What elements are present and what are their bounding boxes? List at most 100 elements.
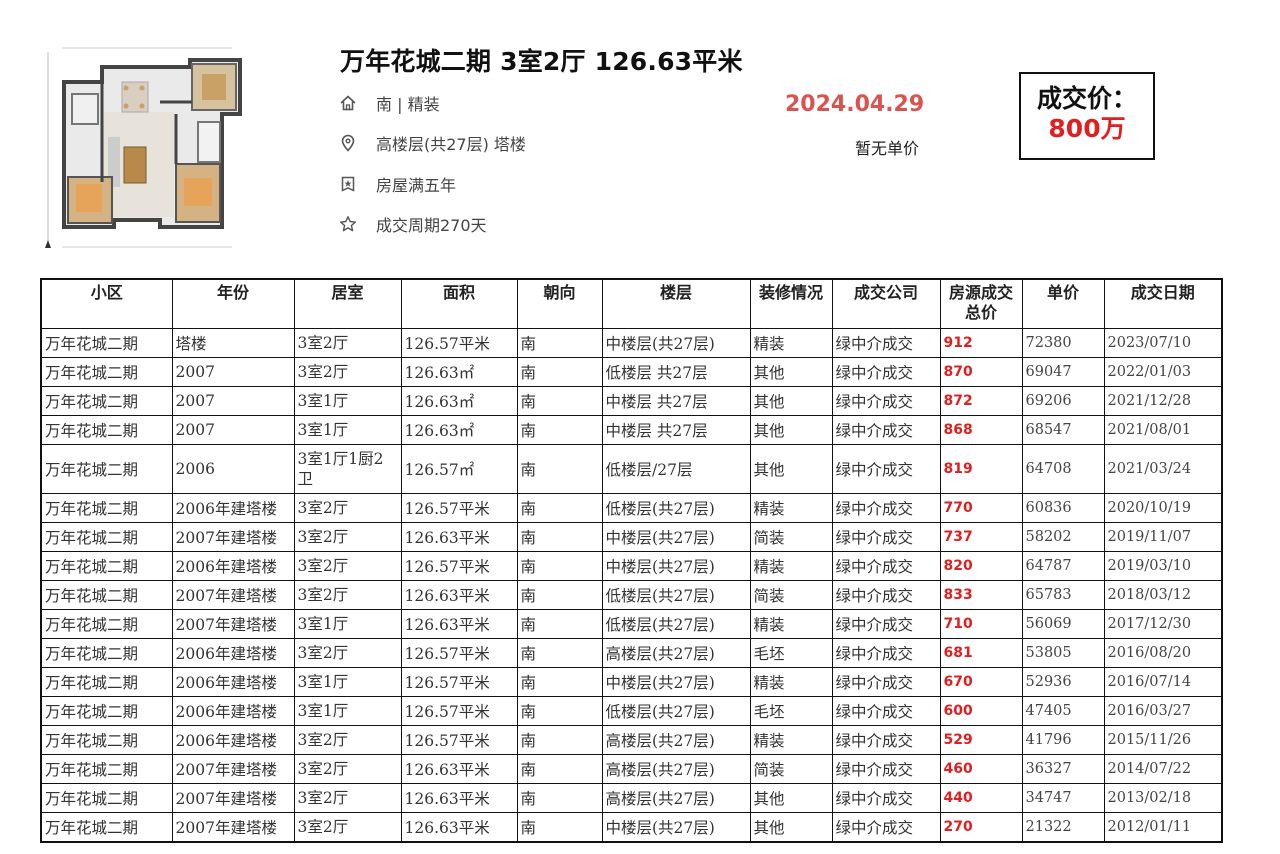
cell-agency: 绿中介成交 xyxy=(831,522,941,552)
cell-layout: 3室2厅 xyxy=(293,522,402,552)
cell-agency: 绿中介成交 xyxy=(831,444,941,494)
cell-date: 2016/07/14 xyxy=(1103,667,1223,697)
cell-unit: 69047 xyxy=(1021,357,1105,387)
cell-floor: 低楼层 共27层 xyxy=(601,357,751,387)
column-header-year: 年份 xyxy=(171,278,295,329)
cell-price: 770 xyxy=(939,493,1023,523)
cell-orientation: 南 xyxy=(516,328,603,358)
cell-unit: 65783 xyxy=(1021,580,1105,610)
cell-date: 2022/01/03 xyxy=(1103,357,1223,387)
feature-ownership: 房屋满五年 xyxy=(338,173,456,195)
cell-date: 2018/03/12 xyxy=(1103,580,1223,610)
cell-price: 833 xyxy=(939,580,1023,610)
cell-layout: 3室2厅 xyxy=(293,551,402,581)
cell-community: 万年花城二期 xyxy=(40,415,173,445)
table-body: 万年花城二期 塔楼 3室2厅 126.57平米南中楼层(共27层) 精装 绿中介成交 912… xyxy=(40,328,1223,843)
cell-orientation: 南 xyxy=(516,357,603,387)
deal-date: 2024.04.29 xyxy=(785,92,925,117)
cell-year: 2007年建塔楼 xyxy=(171,754,295,784)
cell-decoration: 其他 xyxy=(749,386,833,416)
cell-year: 2006 xyxy=(171,444,295,494)
cell-orientation: 南 xyxy=(516,444,603,494)
cell-agency: 绿中介成交 xyxy=(831,328,941,358)
cell-floor: 中楼层(共27层) xyxy=(601,522,751,552)
unit-price-note: 暂无单价 xyxy=(855,139,920,158)
cell-year: 2007年建塔楼 xyxy=(171,609,295,639)
column-header-unit: 单价 xyxy=(1021,278,1105,329)
cell-area: 126.57平米 xyxy=(400,696,518,726)
cell-date: 2016/08/20 xyxy=(1103,638,1223,668)
cell-orientation: 南 xyxy=(516,580,603,610)
cell-agency: 绿中介成交 xyxy=(831,551,941,581)
cell-area: 126.63平米 xyxy=(400,754,518,784)
cell-community: 万年花城二期 xyxy=(40,667,173,697)
cell-unit: 34747 xyxy=(1021,783,1105,813)
cell-floor: 中楼层 共27层 xyxy=(601,386,751,416)
cell-price: 819 xyxy=(939,444,1023,494)
cell-community: 万年花城二期 xyxy=(40,444,173,494)
cell-agency: 绿中介成交 xyxy=(831,783,941,813)
cell-decoration: 精装 xyxy=(749,493,833,523)
cell-community: 万年花城二期 xyxy=(40,725,173,755)
cell-floor: 中楼层(共27层) xyxy=(601,551,751,581)
cell-unit: 58202 xyxy=(1021,522,1105,552)
cell-decoration: 其他 xyxy=(749,415,833,445)
cell-price: 270 xyxy=(939,812,1023,843)
deal-price-box: 成交价： 800万 xyxy=(1019,72,1155,160)
cell-layout: 3室2厅 xyxy=(293,783,402,813)
cell-community: 万年花城二期 xyxy=(40,609,173,639)
table-row: 万年花城二期 2006年建塔楼 3室2厅 126.57平米南低楼层(共27层) 精装 绿中… xyxy=(40,493,1223,523)
cell-area: 126.63平米 xyxy=(400,580,518,610)
cell-layout: 3室2厅 xyxy=(293,493,402,523)
cell-date: 2012/01/11 xyxy=(1103,812,1223,843)
cell-orientation: 南 xyxy=(516,609,603,639)
cell-orientation: 南 xyxy=(516,783,603,813)
column-header-agency: 成交公司 xyxy=(831,278,941,329)
cell-orientation: 南 xyxy=(516,812,603,843)
column-header-floor: 楼层 xyxy=(601,278,751,329)
table-row: 万年花城二期 2007 3室2厅 126.63㎡南低楼层 共27层 其他 绿中介成交 870… xyxy=(40,357,1223,387)
cell-area: 126.57平米 xyxy=(400,638,518,668)
cell-date: 2014/07/22 xyxy=(1103,754,1223,784)
table-row: 万年花城二期 2006年建塔楼 3室1厅 126.57平米南中楼层(共27层) 精装 绿中… xyxy=(40,667,1223,697)
cell-agency: 绿中介成交 xyxy=(831,725,941,755)
cell-agency: 绿中介成交 xyxy=(831,493,941,523)
cell-layout: 3室2厅 xyxy=(293,580,402,610)
cell-area: 126.57平米 xyxy=(400,667,518,697)
cell-price: 820 xyxy=(939,551,1023,581)
cell-orientation: 南 xyxy=(516,551,603,581)
cell-year: 2007 xyxy=(171,415,295,445)
cell-date: 2021/12/28 xyxy=(1103,386,1223,416)
column-header-date: 成交日期 xyxy=(1103,278,1223,329)
cell-decoration: 精装 xyxy=(749,551,833,581)
cell-area: 126.57平米 xyxy=(400,551,518,581)
cell-layout: 3室2厅 xyxy=(293,638,402,668)
cell-unit: 72380 xyxy=(1021,328,1105,358)
cell-area: 126.63㎡ xyxy=(400,357,518,387)
cell-floor: 低楼层(共27层) xyxy=(601,580,751,610)
cell-year: 2007年建塔楼 xyxy=(171,812,295,843)
cell-community: 万年花城二期 xyxy=(40,754,173,784)
table-row: 万年花城二期 2006年建塔楼 3室2厅 126.57平米南中楼层(共27层) 精装 绿中… xyxy=(40,551,1223,581)
cell-layout: 3室2厅 xyxy=(293,328,402,358)
cell-floor: 高楼层(共27层) xyxy=(601,783,751,813)
table-row: 万年花城二期 2007年建塔楼 3室1厅 126.63平米南低楼层(共27层) 精装 绿中… xyxy=(40,609,1223,639)
column-header-layout: 居室 xyxy=(293,278,402,329)
cell-area: 126.63㎡ xyxy=(400,415,518,445)
cell-date: 2021/03/24 xyxy=(1103,444,1223,494)
table-row: 万年花城二期 2007年建塔楼 3室2厅 126.63平米南中楼层(共27层) 简装 绿中… xyxy=(40,522,1223,552)
cell-price: 600 xyxy=(939,696,1023,726)
column-header-decoration: 装修情况 xyxy=(749,278,833,329)
cell-year: 2007 xyxy=(171,357,295,387)
cell-layout: 3室1厅1厨2卫 xyxy=(293,444,402,494)
cell-unit: 69206 xyxy=(1021,386,1105,416)
cell-date: 2021/08/01 xyxy=(1103,415,1223,445)
cell-agency: 绿中介成交 xyxy=(831,638,941,668)
deal-price-value: 800万 xyxy=(1048,114,1126,143)
cell-community: 万年花城二期 xyxy=(40,328,173,358)
listing-title: 万年花城二期 3室2厅 126.63平米 xyxy=(340,47,743,76)
cell-price: 868 xyxy=(939,415,1023,445)
cell-community: 万年花城二期 xyxy=(40,522,173,552)
cell-floor: 中楼层(共27层) xyxy=(601,328,751,358)
column-header-orientation: 朝向 xyxy=(516,278,603,329)
